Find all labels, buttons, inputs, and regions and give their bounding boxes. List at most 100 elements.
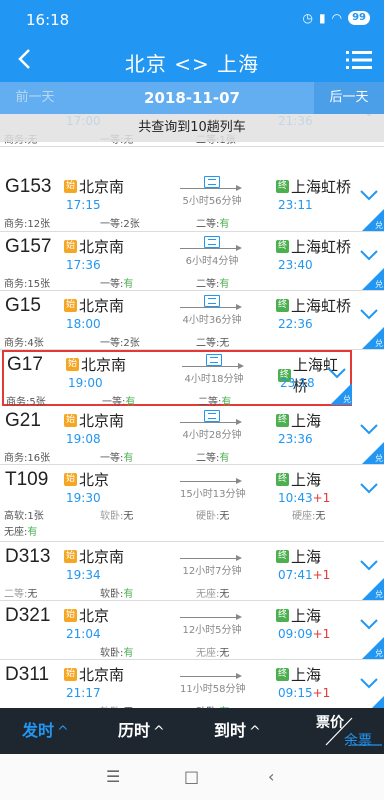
trip-duration: 4小时18分钟 [182,354,246,390]
trip-duration: 12小时7分钟 [180,546,244,582]
chevron-down-icon[interactable] [358,186,380,204]
arrival-station: 终上海 [276,546,321,567]
departure-station: 始北京南 [64,176,124,197]
arrival-station-name: 上海 [291,666,322,684]
arrival-time: 22:36 [278,317,313,331]
departure-time: 19:30 [66,491,101,505]
seat-availability: 软卧:无 [100,511,134,522]
trip-duration: 4小时36分钟 [180,295,244,331]
arrival-station-name: 上海 [291,607,322,625]
price-seat-toggle[interactable]: 票价 余票 [304,708,384,754]
e-ticket-icon [204,295,220,307]
train-row-d311[interactable]: D311始北京南21:1711小时58分钟终上海09:15+1软卧:无动卧:有兑 [0,660,384,708]
start-station-tag: 始 [64,473,77,486]
next-day-button[interactable]: 后一天 [314,82,384,114]
chevron-down-icon[interactable] [358,674,380,692]
start-station-tag: 始 [64,414,77,427]
train-list[interactable]: G13始北京南17:00终上海虹桥21:36商务:无一等:无二等:1张G153始… [0,114,384,708]
seat-availability: 商务:4张 [4,338,44,349]
train-row-g21[interactable]: G21 始北京南 19:08 4小时28分钟终上海 23:36 商务:16张 一等:有 二等:… [0,406,384,465]
seat-availability: 一等:有 [100,279,134,290]
wifi-icon: ◠ [331,11,343,25]
sort-by-arrival-tab[interactable]: 到时 ^ [214,708,261,754]
arrival-time: 23:36 [278,432,313,446]
departure-time: 19:08 [66,432,101,446]
nav-back-icon[interactable]: ‹ [268,767,274,786]
trip-duration: 15小时13分钟 [180,469,245,505]
menu-icon[interactable] [346,48,372,72]
chevron-down-icon[interactable] [358,479,380,497]
departure-station-name: 北京南 [79,178,125,196]
end-station-tag: 终 [276,299,289,312]
departure-time: 19:00 [68,376,103,390]
e-ticket-icon [204,236,220,248]
train-row-t109[interactable]: T109 始北京 19:30 15小时13分钟终上海 10:43+1 高软:1张 软卧:无硬… [0,465,384,542]
chevron-down-icon[interactable] [326,364,348,382]
nav-home-icon[interactable]: □ [184,767,199,786]
departure-station-name: 北京南 [79,548,125,566]
seat-availability: 无座:无 [196,648,230,659]
seat-availability: 一等:2张 [100,219,140,230]
train-row-g15[interactable]: G15 始北京南 18:00 4小时36分钟终上海虹桥 22:36 商务:4张 一等:2张二… [0,291,384,350]
arrival-time: 23:18 [280,376,315,390]
nav-menu-icon[interactable]: ☰ [106,767,120,786]
seat-availability: 商务:12张 [4,219,51,230]
result-count-banner: 共查询到10趟列车 [0,114,384,142]
e-ticket-icon [206,354,222,366]
end-station-tag: 终 [276,473,289,486]
start-station-tag: 始 [66,358,79,371]
prev-day-button[interactable]: 前一天 [0,82,70,114]
train-number: G157 [5,236,52,257]
system-nav-bar: ☰ □ ‹ [0,754,384,800]
departure-time: 17:15 [66,198,101,212]
exchange-badge-icon: 兑 [362,268,384,290]
start-station-tag: 始 [64,180,77,193]
exchange-badge-icon: 兑 [330,383,352,405]
arrival-time: 23:40 [278,258,313,272]
train-row-g157[interactable]: G157 始北京南 17:36 6小时4分钟终上海虹桥 23:40 商务:15张 一等:有二… [0,232,384,291]
next-day-marker: +1 [312,686,331,700]
chevron-down-icon[interactable] [358,615,380,633]
seat-availability: 商务:15张 [4,279,51,290]
arrival-station-name: 上海虹桥 [291,178,352,196]
sort-by-departure-tab[interactable]: 发时 ^ [22,708,69,754]
chevron-down-icon[interactable] [358,246,380,264]
seat-availability: 硬卧:无 [196,511,230,522]
departure-station: 始北京南 [64,236,124,257]
next-day-marker: +1 [312,491,331,505]
direction-arrow-icon [180,419,242,425]
seat-availability: 无座:无 [196,589,230,600]
departure-time: 21:17 [66,686,101,700]
seat-availability: 一等:有 [100,453,134,464]
departure-time: 21:04 [66,627,101,641]
train-row-d321[interactable]: D321 始北京 21:04 12小时5分钟终上海 09:09+1 软卧:有 无座:无兑 [0,601,384,660]
trip-duration: 12小时5分钟 [180,605,244,641]
duration-text: 6小时4分钟 [185,256,239,267]
departure-time: 18:00 [66,317,101,331]
exchange-badge-icon: 兑 [362,637,384,659]
next-day-marker: +1 [312,627,331,641]
train-row-g153[interactable]: G153 始北京南 17:15 5小时56分钟终上海虹桥 23:11 商务:12张 一等:2… [0,172,384,232]
chevron-down-icon[interactable] [358,420,380,438]
train-number: T109 [5,469,49,490]
chevron-down-icon[interactable] [358,305,380,323]
sort-by-duration-tab[interactable]: 历时 ^ [118,708,165,754]
end-station-tag: 终 [276,550,289,563]
date-bar: 前一天 2018-11-07 后一天 [0,82,384,114]
exchange-badge-icon: 兑 [362,209,384,231]
train-row-d313[interactable]: D313 始北京南 19:34 12小时7分钟终上海 07:41+1 二等:无 软卧:有 无座… [0,542,384,601]
battery-icon: 99 [348,11,370,25]
seat-availability: 软卧:有 [100,589,134,600]
train-row-g17[interactable]: G17 始北京南 19:00 4小时18分钟终上海虹桥 23:18 商务:5张 一等:有 二等… [2,350,352,408]
end-station-tag: 终 [276,180,289,193]
chevron-down-icon[interactable] [358,556,380,574]
direction-arrow-icon [180,304,242,310]
e-ticket-icon [204,410,220,422]
remaining-seats-label: 余票 [344,733,372,749]
next-day-marker: +1 [312,568,331,582]
exchange-badge-icon: 兑 [362,696,384,708]
arrival-station: 终上海 [276,410,321,431]
arrival-station-name: 上海虹桥 [291,297,352,315]
trip-duration: 6小时4分钟 [180,236,244,272]
direction-arrow-icon [180,555,242,561]
